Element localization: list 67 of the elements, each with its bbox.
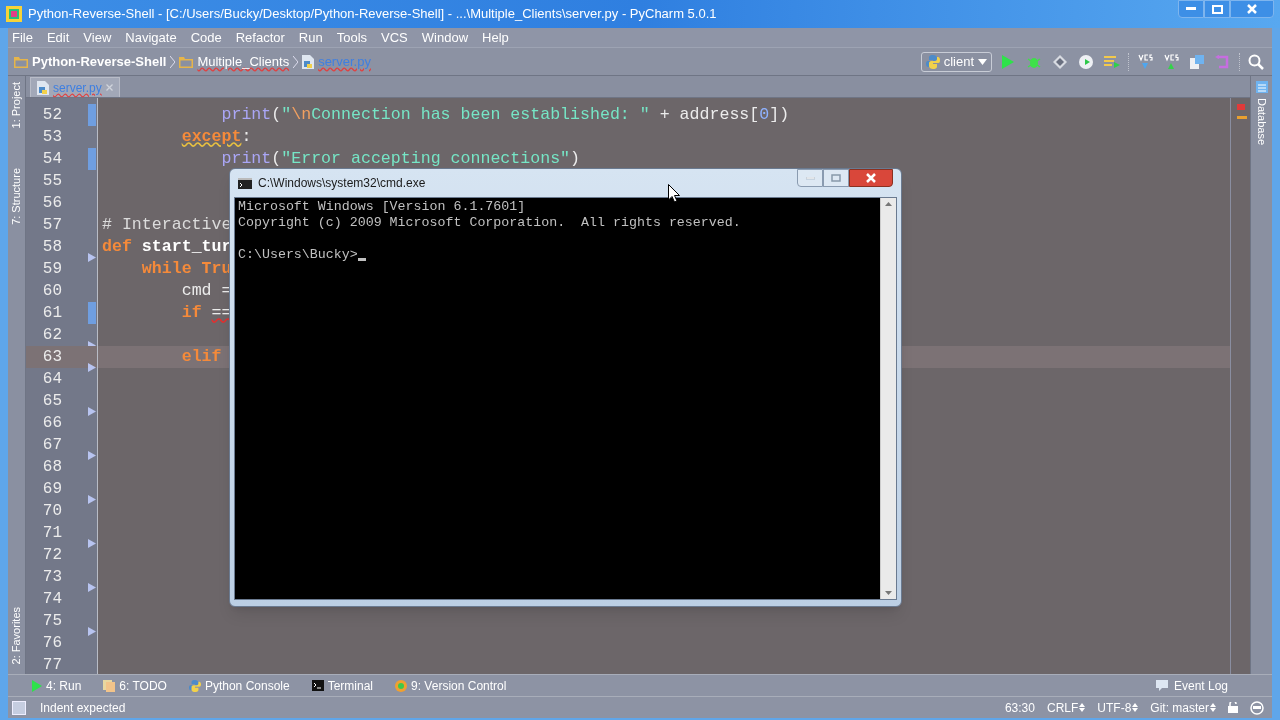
tool-window-button[interactable]: 2: Favorites [8,606,25,664]
menu-item[interactable]: Code [190,27,222,48]
tool-window-button[interactable]: 9: Version Control [395,676,507,695]
line-number: 55 [41,171,62,192]
line-number: 59 [41,259,62,280]
line-number: 53 [41,127,62,148]
event-log-button[interactable]: Event Log [1155,676,1228,695]
code-line: elif [180,345,222,368]
line-number: 60 [41,281,62,302]
code-line: print("\nConnection has been established: " + address[0]) [220,103,790,126]
console-text: Microsoft Windows [Version 6.1.7601] [238,199,527,215]
line-number: 52 [41,105,62,126]
line-number: 58 [41,237,62,258]
line-number: 70 [41,501,62,522]
line-number: 77 [41,655,62,674]
tool-window-button[interactable]: 7: Structure [8,168,25,226]
menu-item[interactable]: File [12,27,33,48]
menu-item[interactable]: View [83,27,112,48]
editor-tab[interactable]: server.py [30,77,120,97]
tool-window-button[interactable]: 4: Run [32,676,82,695]
code-line: print("Error accepting connections") [220,147,580,170]
line-number: 74 [41,589,62,610]
tool-window-button[interactable]: Terminal [311,676,374,695]
menu-item[interactable]: Run [298,27,323,48]
line-number: 64 [41,369,62,390]
menu-item[interactable]: Tools [336,27,368,48]
line-number: 71 [41,523,62,544]
line-number: 62 [41,325,62,346]
tool-window-button[interactable]: Python Console [188,676,290,695]
line-number: 76 [41,633,62,654]
line-number: 68 [41,457,62,478]
line-number: 56 [41,193,62,214]
menu-item[interactable]: Navigate [125,27,177,48]
console-prompt: C:\Users\Bucky> [238,247,358,263]
breadcrumb-item[interactable]: Multiple_Clients [179,51,290,72]
menu-item[interactable]: VCS [381,27,408,48]
menu-item[interactable]: Refactor [235,27,285,48]
code-line: def start_tur [102,235,232,258]
tool-window-button[interactable]: Database [1253,98,1270,146]
tool-window-button[interactable]: 6: TODO [103,676,167,695]
line-separator-selector[interactable]: CRLF [1046,698,1086,717]
menu-item[interactable]: Edit [46,27,70,48]
caret-position[interactable]: 63:30 [1004,698,1035,717]
menu-item[interactable]: Help [482,27,509,48]
line-number: 72 [41,545,62,566]
line-number: 65 [41,391,62,412]
line-number: 75 [41,611,62,632]
console-text: Copyright (c) 2009 Microsoft Corporation. All rights reserved. [238,215,742,231]
status-message: Indent expected [40,699,126,717]
run-configuration-dropdown[interactable]: client [920,51,992,72]
line-number: 61 [41,303,62,324]
line-number: 69 [41,479,62,500]
line-number: 63 [41,347,62,368]
line-number: 66 [41,413,62,434]
line-number: 73 [41,567,62,588]
line-number: 57 [41,215,62,236]
tool-window-button[interactable]: 1: Project [8,82,25,129]
line-number: 67 [41,435,62,456]
encoding-selector[interactable]: UTF-8 [1097,698,1139,717]
code-line: except: [180,125,252,148]
line-number: 54 [41,149,62,170]
branch-selector[interactable]: Git: master [1150,698,1216,717]
window-title: C:\Windows\system32\cmd.exe [258,175,426,192]
window-title: Python-Reverse-Shell - [C:/Users/Bucky/Desktop/Python-Reverse-Shell] - ...\Multiple_Clients\server.py - PyCharm 5.0.1 [28,5,717,24]
code-line: # Interactive [102,213,232,236]
breadcrumb-item[interactable]: Python-Reverse-Shell [14,51,167,72]
menu-item[interactable]: Window [421,27,469,48]
